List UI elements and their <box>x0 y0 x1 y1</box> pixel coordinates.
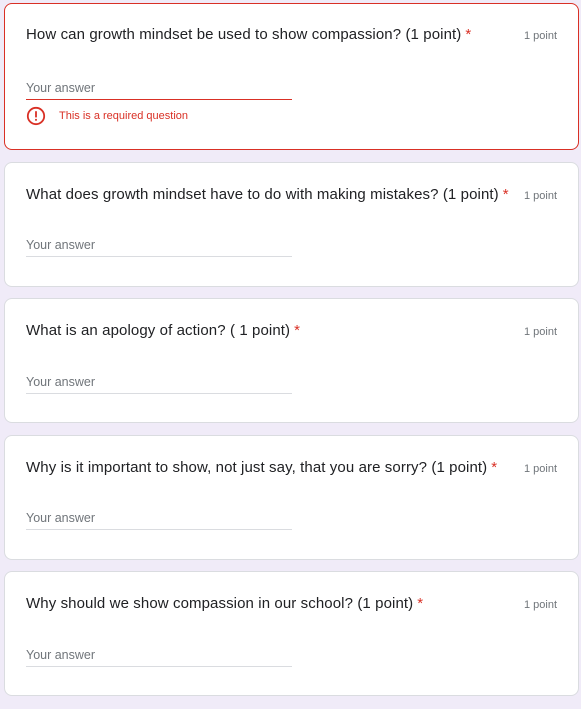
error-circle-icon <box>26 106 46 126</box>
points-label: 1 point <box>523 190 557 202</box>
question-title: Why should we show compassion in our sch… <box>26 595 424 612</box>
question-card-4: Why is it important to show, not just sa… <box>4 435 579 560</box>
answer-input-3[interactable] <box>26 371 292 394</box>
answer-input-4[interactable] <box>26 507 292 530</box>
answer-input-1[interactable] <box>26 77 292 100</box>
error-message: This is a required question <box>26 106 188 126</box>
question-card-2: What does growth mindset have to do with… <box>4 162 579 287</box>
question-title: What is an apology of action? ( 1 point)… <box>26 322 301 339</box>
points-label: 1 point <box>523 599 557 611</box>
error-text: This is a required question <box>59 110 189 122</box>
points-label: 1 point <box>523 30 557 42</box>
question-card-1: How can growth mindset be used to show c… <box>4 3 579 150</box>
required-asterisk: * <box>502 186 509 203</box>
answer-input-2[interactable] <box>26 234 292 257</box>
question-title: How can growth mindset be used to show c… <box>26 26 472 43</box>
question-card-3: What is an apology of action? ( 1 point)… <box>4 298 579 423</box>
answer-input-5[interactable] <box>26 644 292 667</box>
points-label: 1 point <box>523 463 557 475</box>
question-title: What does growth mindset have to do with… <box>26 186 509 203</box>
required-asterisk: * <box>491 459 498 476</box>
required-asterisk: * <box>465 26 472 43</box>
question-card-5: Why should we show compassion in our sch… <box>4 571 579 696</box>
points-label: 1 point <box>523 326 557 338</box>
question-title: Why is it important to show, not just sa… <box>26 459 498 476</box>
required-asterisk: * <box>294 322 301 339</box>
required-asterisk: * <box>417 595 424 612</box>
